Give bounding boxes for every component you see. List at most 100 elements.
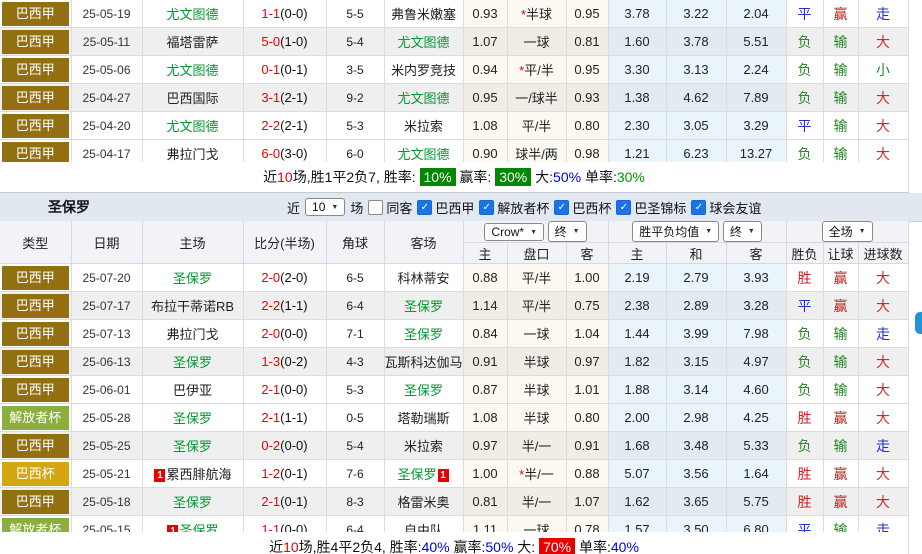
checkbox-checked-icon[interactable]: ✓ [691, 199, 707, 215]
league-filter-checkbox[interactable]: ✓ 巴西甲 [417, 198, 474, 217]
away-team-cell[interactable]: 米拉索 [384, 111, 464, 140]
checkbox-checked-icon[interactable]: ✓ [417, 199, 433, 215]
match-row: 巴西甲 25-05-25 圣保罗 0-2(0-0) 5-4 米拉索 0.97 半… [0, 431, 909, 460]
league-cell: 巴西甲 [0, 111, 72, 140]
away-team-cell[interactable]: 圣保罗 [384, 291, 464, 320]
away-team-cell[interactable]: 弗鲁米嫩塞 [384, 0, 464, 28]
checkbox-checked-icon[interactable]: ✓ [554, 199, 570, 215]
recent-count-select[interactable]: 10 ▼ [305, 198, 346, 216]
home-team-cell[interactable]: 圣保罗 [142, 347, 244, 376]
home-team-cell[interactable]: 圣保罗 [142, 403, 244, 432]
euro-draw-odds-cell: 3.65 [666, 487, 727, 516]
league-cell: 巴西甲 [0, 83, 72, 112]
home-team-cell[interactable]: 尤文图德 [142, 55, 244, 84]
top-team-summary: 近10场,胜1平2负7, 胜率: 10% 赢率: 30% 大:50% 单率:30… [0, 162, 909, 193]
away-team-cell[interactable]: 圣保罗 1 [384, 459, 464, 488]
date-cell: 25-05-19 [71, 0, 143, 28]
euro-away-odds-cell: 3.28 [726, 291, 787, 320]
euro-home-odds-cell: 1.62 [608, 487, 667, 516]
halftime-score: (0-0) [280, 438, 308, 453]
date-cell: 25-07-20 [71, 263, 143, 292]
summary-segment: 单率: [575, 539, 611, 554]
away-team-cell[interactable]: 塔勒瑞斯 [384, 403, 464, 432]
result-handicap-cell: 赢 [823, 0, 859, 28]
summary-segment: 30% [616, 169, 645, 185]
chevron-down-icon: ▼ [530, 228, 538, 236]
bottom-team-history-table: 类型 日期 主场 比分(半场) 角球 客场 Crow* ▼ 终 ▼ 胜平负均值 ▼ 终… [0, 221, 909, 544]
score-cell: 3-1(2-1) [243, 83, 327, 112]
euro-draw-odds-cell: 3.14 [666, 375, 727, 404]
halftime-score: (0-2) [280, 354, 308, 369]
away-team-cell[interactable]: 米内罗竞技 [384, 55, 464, 84]
score-cell: 1-3(0-2) [243, 347, 327, 376]
league-cell: 巴西甲 [0, 263, 72, 292]
halftime-score: (0-0) [280, 6, 308, 21]
euro-home-odds-cell: 1.60 [608, 27, 667, 56]
checkbox-checked-icon[interactable]: ✓ [616, 199, 632, 215]
corner-cell: 0-5 [326, 403, 385, 432]
away-team-cell[interactable]: 尤文图德 [384, 27, 464, 56]
asian-home-odds-cell: 0.95 [463, 83, 508, 112]
away-team-cell[interactable]: 科林蒂安 [384, 263, 464, 292]
side-panel-handle[interactable] [915, 312, 922, 334]
euro-draw-odds-cell: 3.15 [666, 347, 727, 376]
home-team-cell[interactable]: 布拉干蒂诺RB [142, 291, 244, 320]
asian-away-odds-cell: 0.80 [566, 111, 609, 140]
euro-draw-odds-cell: 3.05 [666, 111, 727, 140]
away-team-cell[interactable]: 米拉索 [384, 431, 464, 460]
home-team-cell[interactable]: 圣保罗 [142, 263, 244, 292]
sub-header-outcome: 胜负 [786, 242, 824, 264]
halftime-score: (0-0) [280, 326, 308, 341]
league-filter-checkbox[interactable]: ✓ 球会友谊 [691, 198, 761, 217]
result-handicap-cell: 输 [823, 111, 859, 140]
home-team-cell[interactable]: 圣保罗 [142, 487, 244, 516]
home-team-cell[interactable]: 尤文图德 [142, 111, 244, 140]
score-cell: 5-0(1-0) [243, 27, 327, 56]
red-card-badge: 1 [437, 469, 449, 482]
result-handicap-cell: 赢 [823, 459, 859, 488]
summary-segment: 10% [419, 168, 456, 186]
euro-state-select[interactable]: 终 ▼ [722, 221, 762, 242]
home-team-cell[interactable]: 弗拉门戈 [142, 319, 244, 348]
league-filter-checkbox[interactable]: ✓ 解放者杯 [479, 198, 549, 217]
bottom-team-summary: 近10场,胜4平2负4, 胜率:40% 赢率:50% 大: 70% 单率:40% [0, 532, 909, 554]
league-cell: 巴西甲 [0, 375, 72, 404]
euro-home-odds-cell: 1.44 [608, 319, 667, 348]
home-team-cell[interactable]: 福塔雷萨 [142, 27, 244, 56]
euro-source-select[interactable]: 胜平负均值 ▼ [632, 221, 720, 242]
same-away-checkbox[interactable]: 同客 [368, 198, 412, 217]
match-row: 巴西甲 25-04-27 巴西国际 3-1(2-1) 9-2 尤文图德 0.95… [0, 83, 909, 112]
home-team-cell[interactable]: 尤文图德 [142, 0, 244, 28]
away-team-cell[interactable]: 瓦斯科达伽马 [384, 347, 464, 376]
home-team-cell[interactable]: 巴西国际 [142, 83, 244, 112]
away-team-cell[interactable]: 格雷米奥 [384, 487, 464, 516]
col-header-home: 主场 [142, 221, 244, 264]
result-outcome-cell: 平 [786, 291, 824, 320]
away-team-cell[interactable]: 圣保罗 [384, 375, 464, 404]
summary-segment: 大: [531, 169, 554, 185]
league-filter-checkbox[interactable]: ✓ 巴圣锦标 [616, 198, 686, 217]
asian-state-select[interactable]: 终 ▼ [547, 221, 587, 242]
col-header-score: 比分(半场) [243, 221, 327, 264]
away-team-cell[interactable]: 尤文图德 [384, 83, 464, 112]
home-team-cell[interactable]: 1 累西腓航海 [142, 459, 244, 488]
euro-away-odds-cell: 4.97 [726, 347, 787, 376]
checkbox-unchecked-icon[interactable] [368, 199, 384, 215]
score-cell: 2-0(0-0) [243, 319, 327, 348]
corner-cell: 3-5 [326, 55, 385, 84]
away-team-cell[interactable]: 圣保罗 [384, 319, 464, 348]
home-team-cell[interactable]: 圣保罗 [142, 431, 244, 460]
match-row: 巴西甲 25-05-11 福塔雷萨 5-0(1-0) 5-4 尤文图德 1.07… [0, 27, 909, 56]
league-cell: 巴西甲 [0, 291, 72, 320]
home-team-cell[interactable]: 巴伊亚 [142, 375, 244, 404]
checkbox-checked-icon[interactable]: ✓ [479, 199, 495, 215]
fulltime-score: 2-0 [261, 326, 281, 341]
asian-handicap-cell: *平/半 [507, 55, 567, 84]
league-filter-checkbox[interactable]: ✓ 巴西杯 [554, 198, 611, 217]
asian-source-select[interactable]: Crow* ▼ [484, 223, 545, 241]
fulltime-score: 6-0 [261, 146, 281, 161]
match-row: 巴西甲 25-05-06 尤文图德 0-1(0-1) 3-5 米内罗竞技 0.9… [0, 55, 909, 84]
result-scope-select[interactable]: 全场 ▼ [821, 221, 873, 242]
league-badge: 巴西甲 [2, 1, 69, 26]
league-cell: 巴西甲 [0, 27, 72, 56]
